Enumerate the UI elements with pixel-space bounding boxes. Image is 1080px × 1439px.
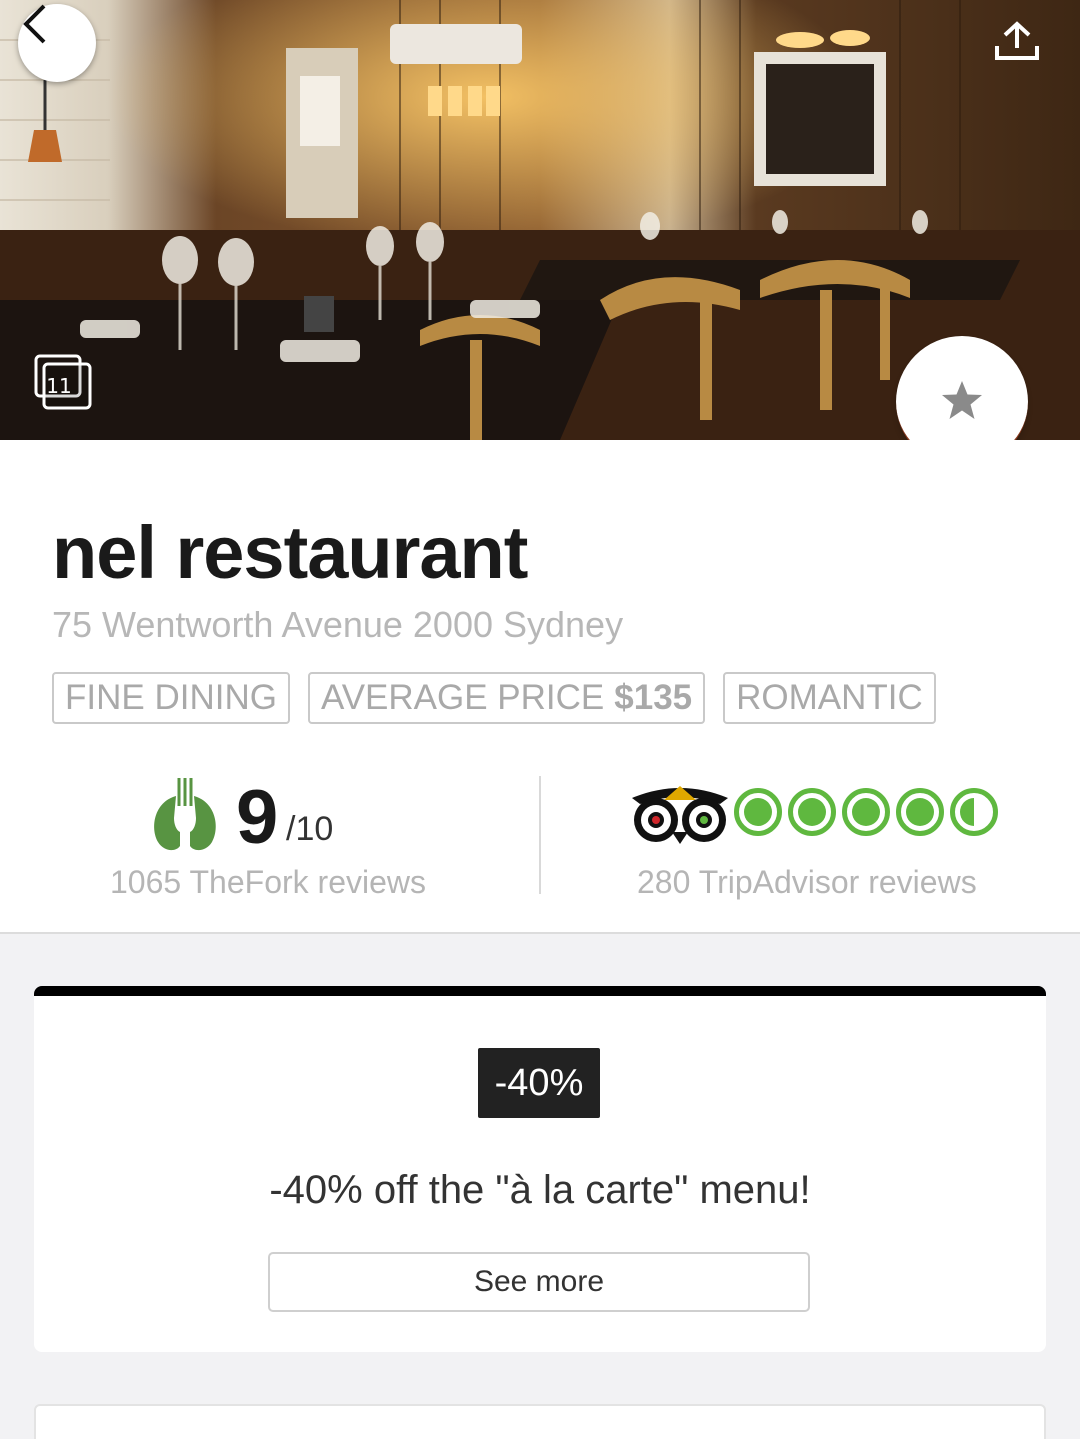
- tag-cuisine: FINE DINING: [52, 672, 290, 724]
- tag-average-price: AVERAGE PRICE $135: [307, 672, 706, 724]
- ratings-divider: [539, 776, 541, 894]
- offer-card: -40% -40% off the "à la carte" menu! See…: [34, 986, 1046, 1352]
- photo-count: 11: [46, 374, 72, 398]
- thefork-score: 9: [236, 775, 279, 860]
- tripadvisor-bubbles: [734, 788, 998, 836]
- tag-ambience: ROMANTIC: [723, 672, 936, 724]
- thefork-score-max: /10: [286, 810, 334, 848]
- rating-bubble-full: [734, 788, 782, 836]
- share-upload-icon: [995, 21, 1039, 60]
- see-more-button[interactable]: See more: [268, 1252, 810, 1312]
- restaurant-info-section: nel restaurant 75 Wentworth Avenue 2000 …: [0, 440, 1080, 934]
- tag-average-price-label: AVERAGE PRICE: [320, 678, 605, 717]
- back-button[interactable]: [18, 4, 96, 82]
- restaurant-name: nel restaurant: [52, 511, 528, 594]
- restaurant-tags: FINE DINING AVERAGE PRICE $135 ROMANTIC: [52, 672, 936, 724]
- star-icon: [942, 381, 982, 419]
- tripadvisor-review-count: 280 TripAdvisor reviews: [637, 864, 977, 900]
- next-section-card: [34, 1404, 1046, 1439]
- thefork-review-count: 1065 TheFork reviews: [110, 864, 426, 900]
- tag-ambience-label: ROMANTIC: [736, 678, 923, 717]
- tripadvisor-owl-icon: [632, 786, 728, 844]
- chevron-left-icon: [23, 4, 46, 44]
- rating-bubble-half: [950, 788, 998, 836]
- rating-bubble-full: [788, 788, 836, 836]
- offer-description: -40% off the "à la carte" menu!: [269, 1168, 811, 1212]
- photo-gallery-button[interactable]: 11: [32, 352, 94, 412]
- tag-cuisine-label: FINE DINING: [65, 678, 277, 717]
- share-button[interactable]: [994, 20, 1050, 70]
- rating-bubble-full: [896, 788, 944, 836]
- tag-average-price-value: $135: [614, 678, 693, 717]
- discount-badge: -40%: [478, 1048, 600, 1118]
- restaurant-address[interactable]: 75 Wentworth Avenue 2000 Sydney: [52, 604, 623, 646]
- rating-bubble-full: [842, 788, 890, 836]
- thefork-logo-icon: [154, 778, 216, 851]
